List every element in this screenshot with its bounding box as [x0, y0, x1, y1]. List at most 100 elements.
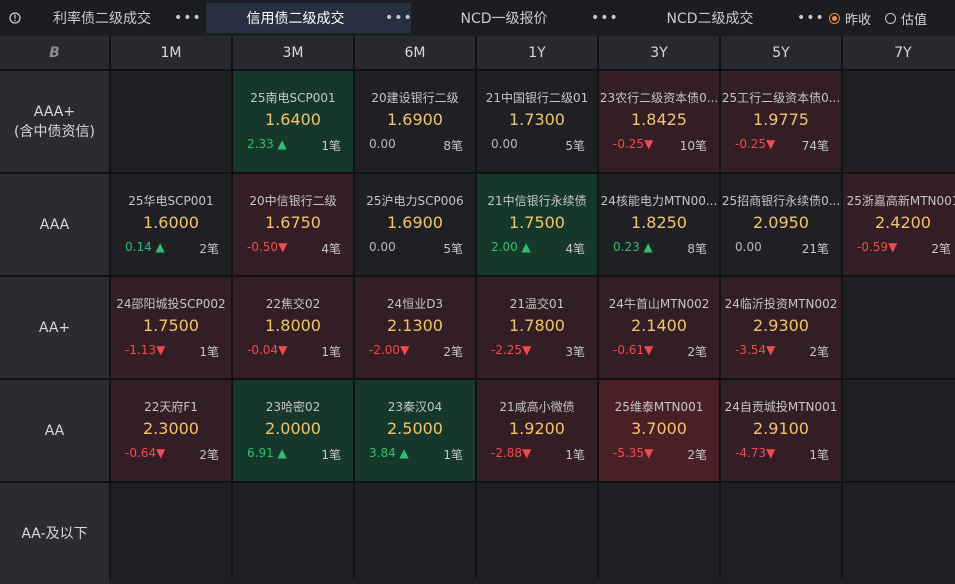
bond-name: 21温交01 [509, 297, 565, 311]
bond-cell[interactable]: 21中国银行二级01 1.7300 0.00 5笔 [477, 71, 597, 172]
bond-cell[interactable]: 22焦交02 1.8000 -0.04▼ 1笔 [233, 277, 353, 378]
change-value: -2.88 [491, 446, 523, 460]
bond-name: 25华电SCP001 [128, 194, 214, 208]
more-icon[interactable]: ••• [591, 10, 618, 26]
tab-label: 利率债二级成交 [53, 11, 151, 27]
bond-yield: 1.8000 [265, 316, 321, 335]
bond-change: 0.14 ▲ [125, 240, 165, 254]
bond-cell[interactable]: 21咸高小微债 1.9200 -2.88▼ 1笔 [477, 380, 597, 481]
bond-cell[interactable]: 24牛首山MTN002 2.1400 -0.61▼ 2笔 [599, 277, 719, 378]
bond-cell[interactable]: 25华电SCP001 1.6000 0.14 ▲ 2笔 [111, 174, 231, 275]
empty-cell[interactable] [843, 71, 955, 172]
bond-change: 2.33 ▲ [247, 137, 287, 151]
bond-change: -0.61▼ [613, 343, 653, 357]
empty-cell[interactable] [477, 483, 597, 584]
trade-count: 8笔 [687, 242, 707, 256]
bond-name: 24自贡城投MTN001 [724, 400, 838, 414]
bond-cell[interactable]: 25招商银行永续债0... 2.0950 0.00 21笔 [721, 174, 841, 275]
bond-cell[interactable]: 24自贡城投MTN001 2.9100 -4.73▼ 1笔 [721, 380, 841, 481]
trade-count: 2笔 [687, 448, 707, 462]
bond-cell[interactable]: 25浙嘉高新MTN001 2.4200 -0.59▼ 2笔 [843, 174, 955, 275]
bond-change: 0.00 [491, 137, 518, 151]
top-tab-bar: 利率债二级成交 ••• 信用债二级成交 ••• NCD一级报价 ••• NCD二… [0, 0, 955, 37]
bond-cell[interactable]: 20建设银行二级 1.6900 0.00 8笔 [355, 71, 475, 172]
trade-count: 10笔 [679, 139, 707, 153]
bond-change: 0.00 [369, 240, 396, 254]
bond-cell[interactable]: 23农行二级资本债0... 1.8425 -0.25▼ 10笔 [599, 71, 719, 172]
arrow-down-icon: ▼ [766, 343, 776, 357]
trade-count: 1笔 [809, 448, 829, 462]
bond-cell[interactable]: 25南电SCP001 1.6400 2.33 ▲ 1笔 [233, 71, 353, 172]
bond-cell[interactable]: 25维泰MTN001 3.7000 -5.35▼ 2笔 [599, 380, 719, 481]
arrow-down-icon: ▼ [156, 446, 166, 460]
row-header: AAA [0, 174, 109, 275]
column-header: 1Y [477, 36, 597, 69]
empty-cell[interactable] [233, 483, 353, 584]
bond-yield: 1.6400 [265, 110, 321, 129]
bond-cell[interactable]: 24核能电力MTN00... 1.8250 0.23 ▲ 8笔 [599, 174, 719, 275]
info-icon[interactable] [0, 0, 30, 36]
bond-cell[interactable]: 24恒业D3 2.1300 -2.00▼ 2笔 [355, 277, 475, 378]
more-icon[interactable]: ••• [385, 10, 412, 26]
more-icon[interactable]: ••• [797, 10, 824, 26]
bond-yield: 2.0950 [753, 213, 809, 232]
bond-cell[interactable]: 20中信银行二级 1.6750 -0.50▼ 4笔 [233, 174, 353, 275]
empty-cell[interactable] [111, 71, 231, 172]
tab-label: NCD二级成交 [666, 11, 754, 27]
empty-cell[interactable] [843, 380, 955, 481]
trade-count: 2笔 [199, 242, 219, 256]
tab-ncd-secondary-trade[interactable]: NCD二级成交 ••• [623, 3, 823, 33]
empty-cell[interactable] [843, 277, 955, 378]
bond-name: 23秦汉04 [387, 400, 443, 414]
empty-cell[interactable] [355, 483, 475, 584]
bond-change: -2.25▼ [491, 343, 531, 357]
bond-yield: 3.7000 [631, 419, 687, 438]
change-value: 0.00 [735, 240, 762, 254]
bond-yield: 1.6000 [143, 213, 199, 232]
bond-cell[interactable]: 24临沂投资MTN002 2.9300 -3.54▼ 2笔 [721, 277, 841, 378]
empty-cell[interactable] [599, 483, 719, 584]
bond-change: 3.84 ▲ [369, 446, 409, 460]
empty-cell[interactable] [721, 483, 841, 584]
arrow-up-icon: ▲ [517, 240, 531, 254]
empty-cell[interactable] [843, 483, 955, 584]
more-icon[interactable]: ••• [174, 10, 201, 26]
bond-name: 23农行二级资本债0... [599, 91, 719, 105]
arrow-up-icon: ▲ [273, 446, 287, 460]
radio-label: 昨收 [845, 12, 872, 28]
bond-yield: 2.1400 [631, 316, 687, 335]
bond-change: 0.23 ▲ [613, 240, 653, 254]
bond-cell[interactable]: 24邵阳城投SCP002 1.7500 -1.13▼ 1笔 [111, 277, 231, 378]
bond-cell[interactable]: 25工行二级资本债0... 1.9775 -0.25▼ 74笔 [721, 71, 841, 172]
change-value: -0.59 [857, 240, 889, 254]
change-value: 0.00 [491, 137, 518, 151]
tab-credit-bond-secondary[interactable]: 信用债二级成交 ••• [206, 3, 412, 33]
bond-name: 20建设银行二级 [371, 91, 459, 105]
change-value: 3.84 [369, 446, 396, 460]
arrow-down-icon: ▼ [644, 343, 654, 357]
empty-cell[interactable] [111, 483, 231, 584]
bond-change: -0.25▼ [613, 137, 653, 151]
bond-yield: 2.5000 [387, 419, 443, 438]
trade-count: 5笔 [565, 139, 585, 153]
trade-count: 1笔 [321, 139, 341, 153]
bond-cell[interactable]: 23哈密02 2.0000 6.91 ▲ 1笔 [233, 380, 353, 481]
bond-cell[interactable]: 22天府F1 2.3000 -0.64▼ 2笔 [111, 380, 231, 481]
change-value: -1.13 [125, 343, 157, 357]
change-value: 6.91 [247, 446, 274, 460]
tab-ncd-primary-quote[interactable]: NCD一级报价 ••• [417, 3, 617, 33]
bond-yield: 1.6900 [387, 110, 443, 129]
tab-rate-bond-secondary[interactable]: 利率债二级成交 ••• [30, 3, 201, 33]
tab-label: 信用债二级成交 [246, 11, 345, 27]
bond-name: 25南电SCP001 [250, 91, 336, 105]
bond-cell[interactable]: 21中信银行永续债 1.7500 2.00 ▲ 4笔 [477, 174, 597, 275]
bond-name: 22天府F1 [144, 400, 198, 414]
bond-cell[interactable]: 23秦汉04 2.5000 3.84 ▲ 1笔 [355, 380, 475, 481]
radio-valuation[interactable]: 估值 [885, 9, 927, 28]
change-value: -0.50 [247, 240, 279, 254]
bond-yield: 2.4200 [875, 213, 931, 232]
bond-cell[interactable]: 25沪电力SCP006 1.6900 0.00 5笔 [355, 174, 475, 275]
bond-cell[interactable]: 21温交01 1.7800 -2.25▼ 3笔 [477, 277, 597, 378]
radio-prev-close[interactable]: 昨收 [829, 9, 871, 28]
arrow-down-icon: ▼ [766, 446, 776, 460]
